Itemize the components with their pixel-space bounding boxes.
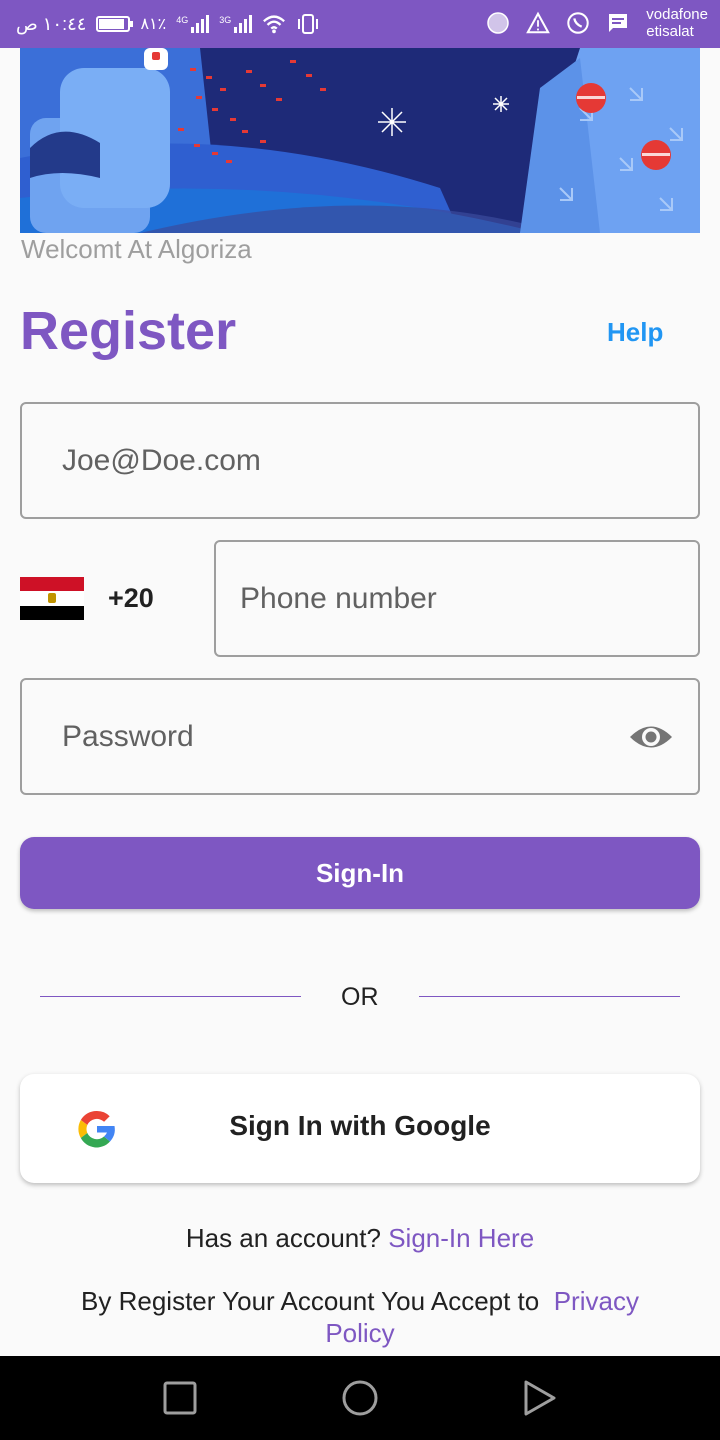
status-bar: ١٠:٤٤ ص ٨١٪ 4G 3G vodafone etisalat: [0, 0, 720, 48]
signal-icon-2: 3G: [219, 15, 253, 33]
google-button-label: Sign In with Google: [229, 1110, 491, 1141]
has-account-text: Has an account?: [185, 1223, 381, 1253]
back-button-icon[interactable]: [520, 1378, 560, 1418]
recents-button-icon[interactable]: [160, 1378, 200, 1418]
message-icon: [606, 11, 630, 35]
eye-icon[interactable]: [628, 720, 674, 754]
header-banner-image: [20, 48, 700, 233]
welcome-text: Welcomt At Algoriza: [21, 234, 252, 264]
email-field[interactable]: Joe@Doe.com: [20, 402, 700, 519]
signal-icon-1: 4G: [176, 15, 210, 33]
terms-text: By Register Your Account You Accept to P…: [50, 1285, 670, 1349]
carrier-1: vodafone: [646, 6, 708, 23]
battery-fill: [99, 19, 124, 29]
home-button-icon[interactable]: [340, 1378, 380, 1418]
status-left: ١٠:٤٤ ص ٨١٪ 4G 3G: [16, 12, 320, 36]
status-right: vodafone etisalat: [486, 6, 708, 40]
battery-icon: [96, 16, 134, 32]
clock: ١٠:٤٤ ص: [16, 13, 87, 34]
sign-in-button[interactable]: Sign-In: [20, 837, 700, 909]
help-link[interactable]: Help: [607, 317, 663, 348]
sign-in-here-link[interactable]: Sign-In Here: [388, 1223, 534, 1253]
page-title: Register: [20, 301, 237, 361]
whatsapp-icon: [566, 11, 590, 35]
divider-right: [419, 996, 680, 997]
terms-prefix: By Register Your Account You Accept to: [81, 1286, 540, 1316]
eagle-icon: [48, 593, 56, 604]
navigation-bar: [0, 1356, 720, 1440]
carrier-2: etisalat: [646, 23, 694, 40]
carrier-label: vodafone etisalat: [646, 6, 708, 40]
email-placeholder: Joe@Doe.com: [62, 443, 261, 477]
phone-number-field[interactable]: Phone number: [214, 540, 700, 657]
wifi-icon: [262, 12, 286, 36]
password-placeholder: Password: [62, 719, 194, 753]
divider-left: [40, 996, 301, 997]
app-notification-icon: [486, 11, 510, 35]
password-field[interactable]: Password: [20, 678, 700, 795]
battery-percent: ٨١٪: [140, 16, 167, 33]
has-account-line: Has an account? Sign-In Here: [0, 1223, 720, 1254]
country-code[interactable]: +20: [108, 583, 154, 614]
vibrate-icon: [296, 12, 320, 36]
egypt-flag-icon[interactable]: [20, 577, 84, 620]
network-type-1: 4G: [176, 15, 189, 25]
warning-icon: [526, 11, 551, 35]
network-type-2: 3G: [219, 15, 232, 25]
or-divider-text: OR: [341, 983, 379, 1011]
phone-placeholder: Phone number: [240, 581, 437, 615]
google-sign-in-button[interactable]: Sign In with Google: [20, 1074, 700, 1183]
